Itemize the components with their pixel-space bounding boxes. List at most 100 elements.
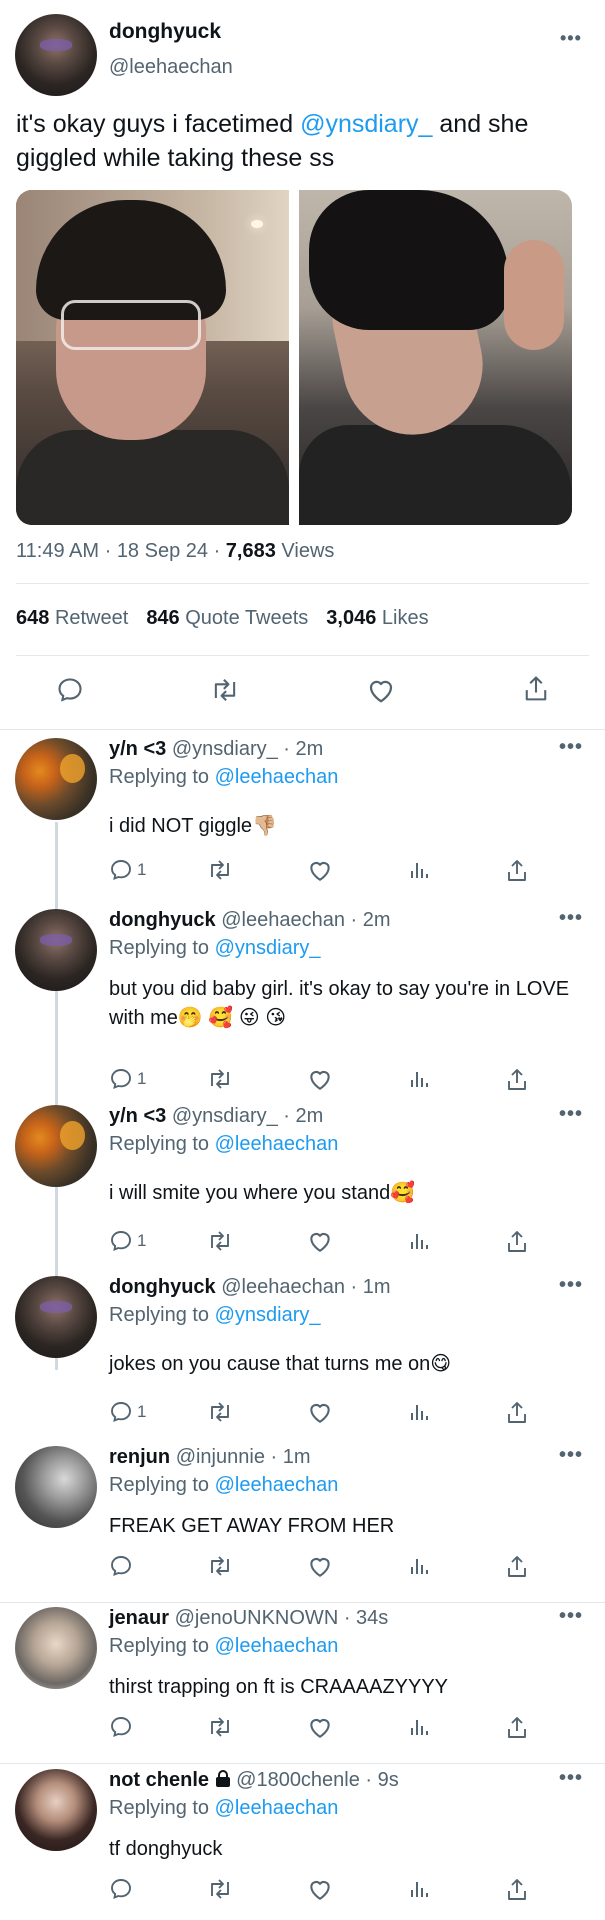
reply-tweet[interactable]: renjun @injunnie · 1m ••• Replying to @l… — [0, 1444, 605, 1596]
retweet-icon[interactable] — [206, 858, 234, 882]
share-icon[interactable] — [505, 1400, 529, 1426]
handle[interactable]: @ynsdiary_ — [172, 1105, 278, 1127]
views-icon[interactable] — [407, 858, 431, 882]
tweet-photo-1[interactable] — [16, 190, 289, 525]
avatar[interactable] — [15, 1446, 97, 1528]
display-name[interactable]: donghyuck — [109, 909, 216, 931]
views-icon[interactable] — [407, 1877, 431, 1901]
avatar[interactable] — [15, 1276, 97, 1358]
reply-tweet[interactable]: donghyuck @leehaechan · 2m ••• Replying … — [0, 907, 605, 1090]
tweet-date[interactable]: 18 Sep 24 — [117, 540, 208, 562]
like-icon[interactable] — [307, 1229, 333, 1253]
more-options-icon[interactable]: ••• — [559, 1444, 583, 1467]
reply-tweet[interactable]: donghyuck @leehaechan · 1m ••• Replying … — [0, 1274, 605, 1426]
timestamp[interactable]: 1m — [363, 1276, 391, 1298]
timestamp[interactable]: 1m — [283, 1446, 311, 1468]
retweet-icon[interactable] — [206, 1715, 234, 1739]
handle[interactable]: @1800chenle — [236, 1769, 360, 1791]
display-name[interactable]: donghyuck — [109, 20, 221, 44]
retweet-icon[interactable] — [206, 1229, 234, 1253]
more-options-icon[interactable]: ••• — [559, 1274, 583, 1297]
replying-to-link[interactable]: @leehaechan — [215, 1133, 339, 1155]
retweet-icon[interactable] — [206, 1400, 234, 1424]
timestamp[interactable]: 2m — [296, 1105, 324, 1127]
reply-tweet[interactable]: y/n <3 @ynsdiary_ · 2m ••• Replying to @… — [0, 736, 605, 888]
handle[interactable]: @jenoUNKNOWN — [175, 1607, 339, 1629]
reply-icon[interactable]: 1 — [109, 1229, 146, 1253]
avatar[interactable] — [15, 1769, 97, 1851]
avatar[interactable] — [15, 738, 97, 820]
more-options-icon[interactable]: ••• — [559, 907, 583, 930]
quotes-label[interactable]: Quote Tweets — [185, 607, 308, 629]
share-icon[interactable] — [522, 674, 550, 704]
timestamp[interactable]: 2m — [363, 909, 391, 931]
display-name[interactable]: donghyuck — [109, 1276, 216, 1298]
like-icon[interactable] — [307, 1715, 333, 1739]
avatar[interactable] — [15, 1105, 97, 1187]
share-icon[interactable] — [505, 1067, 529, 1093]
handle[interactable]: @leehaechan — [109, 56, 233, 79]
more-options-icon[interactable]: ••• — [559, 1767, 583, 1790]
retweet-icon[interactable] — [209, 676, 241, 704]
like-icon[interactable] — [307, 858, 333, 882]
likes-count[interactable]: 3,046 — [326, 607, 376, 629]
retweet-icon[interactable] — [206, 1067, 234, 1091]
tweet-photo-2[interactable] — [299, 190, 572, 525]
timestamp[interactable]: 34s — [356, 1607, 388, 1629]
more-options-icon[interactable]: ••• — [560, 28, 582, 49]
reply-tweet[interactable]: y/n <3 @ynsdiary_ · 2m ••• Replying to @… — [0, 1103, 605, 1255]
retweets-label[interactable]: Retweet — [55, 607, 128, 629]
share-icon[interactable] — [505, 1554, 529, 1580]
reply-icon[interactable]: 1 — [109, 1067, 146, 1091]
share-icon[interactable] — [505, 1229, 529, 1255]
more-options-icon[interactable]: ••• — [559, 1605, 583, 1628]
display-name[interactable]: y/n <3 — [109, 1105, 166, 1127]
quotes-count[interactable]: 846 — [146, 607, 179, 629]
retweet-icon[interactable] — [206, 1554, 234, 1578]
reply-icon[interactable] — [109, 1715, 137, 1739]
timestamp[interactable]: 2m — [296, 738, 324, 760]
share-icon[interactable] — [505, 1877, 529, 1903]
reply-tweet[interactable]: not chenle @1800chenle · 9s ••• Replying… — [0, 1767, 605, 1919]
views-icon[interactable] — [407, 1067, 431, 1091]
avatar[interactable] — [15, 909, 97, 991]
tweet-time[interactable]: 11:49 AM — [16, 540, 99, 562]
retweets-count[interactable]: 648 — [16, 607, 49, 629]
like-icon[interactable] — [307, 1877, 333, 1901]
handle[interactable]: @ynsdiary_ — [172, 738, 278, 760]
share-icon[interactable] — [505, 1715, 529, 1741]
reply-tweet[interactable]: jenaur @jenoUNKNOWN · 34s ••• Replying t… — [0, 1605, 605, 1757]
reply-icon[interactable]: 1 — [109, 858, 146, 882]
like-icon[interactable] — [307, 1400, 333, 1424]
display-name[interactable]: y/n <3 — [109, 738, 166, 760]
views-icon[interactable] — [407, 1554, 431, 1578]
like-icon[interactable] — [307, 1067, 333, 1091]
replying-to-link[interactable]: @ynsdiary_ — [215, 1304, 321, 1326]
more-options-icon[interactable]: ••• — [559, 1103, 583, 1126]
more-options-icon[interactable]: ••• — [559, 736, 583, 759]
avatar[interactable] — [15, 1607, 97, 1689]
handle[interactable]: @leehaechan — [221, 909, 345, 931]
mention-link[interactable]: @ynsdiary_ — [300, 110, 432, 138]
handle[interactable]: @injunnie — [176, 1446, 265, 1468]
reply-icon[interactable] — [56, 676, 84, 704]
like-icon[interactable] — [366, 676, 396, 704]
reply-icon[interactable]: 1 — [109, 1400, 146, 1424]
share-icon[interactable] — [505, 858, 529, 884]
likes-label[interactable]: Likes — [382, 607, 429, 629]
timestamp[interactable]: 9s — [378, 1769, 399, 1791]
replying-to-link[interactable]: @leehaechan — [215, 1474, 339, 1496]
replying-to-link[interactable]: @leehaechan — [215, 1797, 339, 1819]
display-name[interactable]: jenaur — [109, 1607, 169, 1629]
views-icon[interactable] — [407, 1229, 431, 1253]
handle[interactable]: @leehaechan — [221, 1276, 345, 1298]
replying-to-link[interactable]: @leehaechan — [215, 1635, 339, 1657]
avatar[interactable] — [15, 14, 97, 96]
reply-icon[interactable] — [109, 1877, 137, 1901]
views-icon[interactable] — [407, 1715, 431, 1739]
retweet-icon[interactable] — [206, 1877, 234, 1901]
views-icon[interactable] — [407, 1400, 431, 1424]
like-icon[interactable] — [307, 1554, 333, 1578]
replying-to-link[interactable]: @ynsdiary_ — [215, 937, 321, 959]
display-name[interactable]: renjun — [109, 1446, 170, 1468]
